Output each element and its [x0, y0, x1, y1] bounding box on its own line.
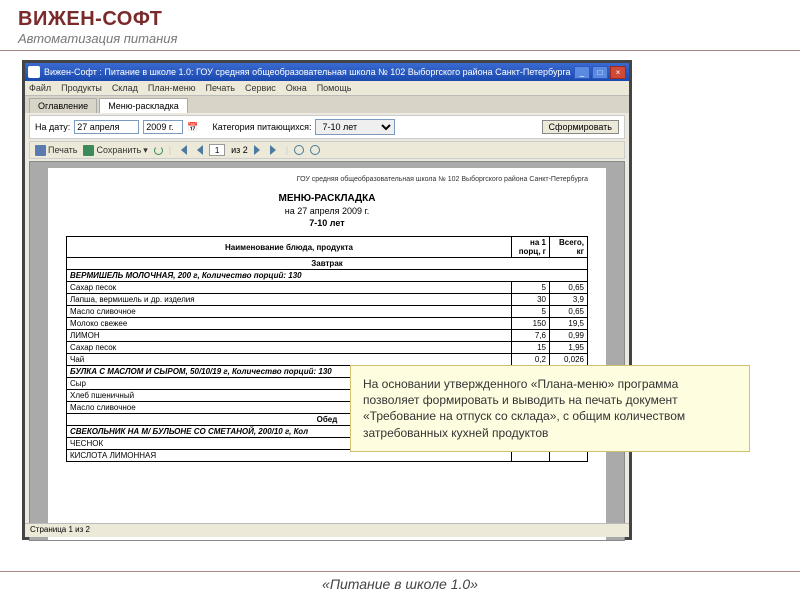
menu-window[interactable]: Окна [286, 83, 307, 93]
app-icon [28, 66, 40, 78]
save-icon [83, 145, 94, 156]
menu-print[interactable]: Печать [205, 83, 234, 93]
close-button[interactable]: × [610, 66, 626, 79]
brand-name: ВИЖЕН-СОФТ [18, 8, 782, 31]
callout-note: На основании утвержденного «Плана-меню» … [350, 365, 750, 452]
tab-layout[interactable]: Меню-раскладка [99, 98, 188, 113]
callout-text: На основании утвержденного «Плана-меню» … [363, 377, 685, 440]
status-bar: Страница 1 из 2 [25, 523, 629, 537]
table-row: ЛИМОН7,60,99 [67, 330, 588, 342]
zoom-out-icon[interactable] [294, 145, 304, 155]
page-total: из 2 [231, 145, 248, 155]
tab-toc[interactable]: Оглавление [29, 98, 97, 113]
last-page-button[interactable] [270, 145, 280, 155]
document-viewport[interactable]: ГОУ средняя общеобразовательная школа № … [29, 161, 625, 541]
zoom-in-icon[interactable] [310, 145, 320, 155]
app-window: Вижен-Софт : Питание в школе 1.0: ГОУ ср… [22, 60, 632, 540]
category-label: Категория питающихся: [213, 122, 312, 132]
org-name: ГОУ средняя общеобразовательная школа № … [66, 176, 588, 183]
calendar-icon[interactable]: 📅 [187, 122, 198, 133]
menu-file[interactable]: Файл [29, 83, 51, 93]
titlebar[interactable]: Вижен-Софт : Питание в школе 1.0: ГОУ ср… [25, 63, 629, 81]
doc-title: МЕНЮ-РАСКЛАДКА [66, 193, 588, 204]
refresh-icon [154, 146, 163, 155]
save-button[interactable]: Сохранить▾ [83, 145, 147, 156]
tabs: Оглавление Меню-раскладка [25, 96, 629, 113]
generate-button[interactable]: Сформировать [542, 120, 619, 134]
slide-header: ВИЖЕН-СОФТ Автоматизация питания [0, 0, 800, 51]
menu-products[interactable]: Продукты [61, 83, 102, 93]
date-input[interactable] [74, 120, 139, 134]
year-input[interactable] [143, 120, 183, 134]
status-page: Страница 1 из 2 [30, 525, 90, 534]
brand-subtitle: Автоматизация питания [18, 31, 782, 46]
menu-service[interactable]: Сервис [245, 83, 276, 93]
doc-age: 7-10 лет [66, 218, 588, 228]
menu-warehouse[interactable]: Склад [112, 83, 138, 93]
filter-bar: На дату: 📅 Категория питающихся: 7-10 ле… [29, 115, 625, 139]
next-page-button[interactable] [254, 145, 264, 155]
meal-breakfast: Завтрак [67, 258, 588, 270]
category-select[interactable]: 7-10 лет [315, 119, 395, 135]
print-button[interactable]: Печать [35, 145, 77, 156]
table-row: Чай0,20,026 [67, 354, 588, 366]
menu-plan[interactable]: План-меню [148, 83, 196, 93]
prev-page-button[interactable] [193, 145, 203, 155]
window-title: Вижен-Софт : Питание в школе 1.0: ГОУ ср… [44, 67, 574, 77]
col-name: Наименование блюда, продукта [67, 237, 512, 258]
col-per: на 1 порц, г [512, 237, 550, 258]
refresh-button[interactable] [154, 146, 163, 155]
first-page-button[interactable] [177, 145, 187, 155]
print-icon [35, 145, 46, 156]
minimize-button[interactable]: _ [574, 66, 590, 79]
menu-help[interactable]: Помощь [317, 83, 352, 93]
table-row: Лапша, вермишель и др. изделия303,9 [67, 294, 588, 306]
table-row: Масло сливочное50,65 [67, 306, 588, 318]
print-toolbar: Печать Сохранить▾ | из 2 | [29, 141, 625, 159]
page-input[interactable] [209, 144, 225, 156]
table-row: Молоко свежее15019,5 [67, 318, 588, 330]
col-total: Всего, кг [550, 237, 588, 258]
doc-date: на 27 апреля 2009 г. [66, 206, 588, 216]
footer-text: «Питание в школе 1.0» [322, 576, 478, 592]
slide-footer: «Питание в школе 1.0» [0, 571, 800, 594]
table-row: Сахар песок151,95 [67, 342, 588, 354]
document-page: ГОУ средняя общеобразовательная школа № … [48, 168, 606, 541]
menubar: Файл Продукты Склад План-меню Печать Сер… [25, 81, 629, 96]
maximize-button[interactable]: □ [592, 66, 608, 79]
dish-1: ВЕРМИШЕЛЬ МОЛОЧНАЯ, 200 г, Количество по… [67, 270, 588, 282]
on-date-label: На дату: [35, 122, 70, 132]
table-row: Сахар песок50,65 [67, 282, 588, 294]
